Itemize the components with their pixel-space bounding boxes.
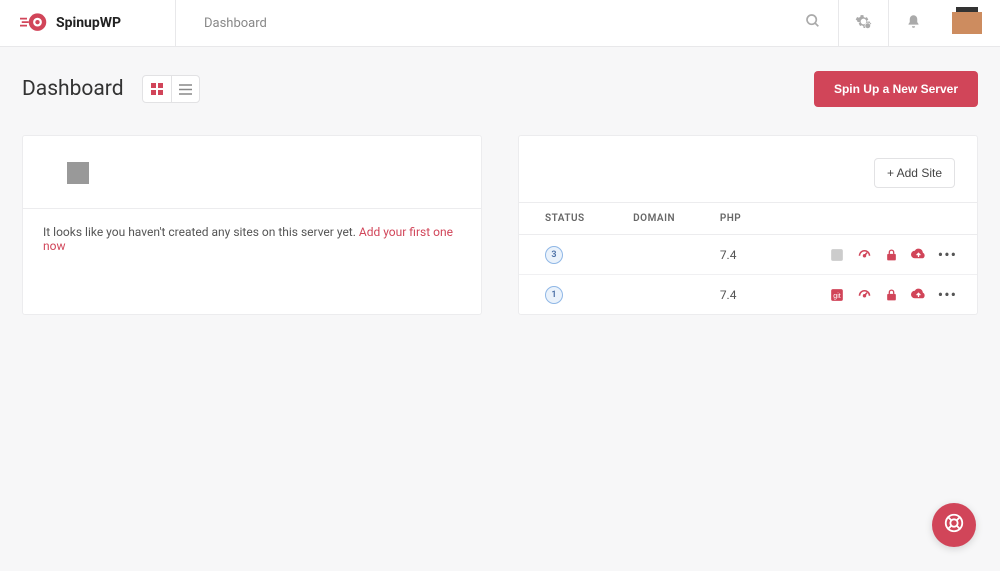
add-site-button[interactable]: + Add Site: [874, 158, 955, 188]
spin-up-server-button[interactable]: Spin Up a New Server: [814, 71, 978, 107]
topbar: SpinupWP Dashboard: [0, 0, 1000, 47]
breadcrumb-text: Dashboard: [204, 16, 267, 31]
help-button[interactable]: [932, 503, 976, 547]
lock-icon[interactable]: [884, 247, 899, 262]
view-toggle: [142, 75, 200, 103]
page-header: Dashboard Spin Up a New Server: [0, 47, 1000, 107]
server-card-sites: + Add Site STATUS DOMAIN PHP 3 7.4: [518, 135, 978, 315]
search-button[interactable]: [788, 0, 838, 47]
backup-icon[interactable]: [911, 287, 926, 302]
git-icon[interactable]: [830, 247, 845, 262]
empty-text: It looks like you haven't created any si…: [43, 225, 359, 239]
server-card-header: [23, 136, 481, 208]
more-button[interactable]: •••: [938, 285, 957, 304]
col-status: STATUS: [519, 203, 621, 235]
search-icon: [805, 13, 821, 33]
grid-icon: [151, 80, 163, 99]
page-title: Dashboard: [22, 77, 124, 101]
gear-icon: [855, 13, 872, 34]
bell-icon: [906, 14, 921, 33]
empty-message: It looks like you haven't created any si…: [23, 208, 481, 269]
col-php: PHP: [708, 203, 768, 235]
cards-area: It looks like you haven't created any si…: [0, 107, 1000, 343]
status-badge: 1: [545, 286, 563, 304]
table-row[interactable]: 3 7.4 •••: [519, 235, 977, 275]
status-badge: 3: [545, 246, 563, 264]
server-thumbnail: [67, 162, 89, 184]
list-icon: [179, 80, 192, 99]
domain-cell: [621, 275, 708, 315]
logo[interactable]: SpinupWP: [0, 0, 176, 47]
view-list-button[interactable]: [171, 76, 199, 102]
topbar-actions: [788, 0, 1000, 47]
lock-icon[interactable]: [884, 287, 899, 302]
php-cell: 7.4: [708, 275, 768, 315]
server-card-empty: It looks like you haven't created any si…: [22, 135, 482, 315]
more-button[interactable]: •••: [938, 245, 957, 264]
table-row[interactable]: 1 7.4 git •••: [519, 275, 977, 315]
row-actions: git •••: [780, 285, 965, 304]
avatar[interactable]: [952, 12, 982, 34]
backup-icon[interactable]: [911, 247, 926, 262]
cache-icon[interactable]: [857, 247, 872, 262]
cache-icon[interactable]: [857, 287, 872, 302]
view-grid-button[interactable]: [143, 76, 171, 102]
col-domain: DOMAIN: [621, 203, 708, 235]
notifications-button[interactable]: [888, 0, 938, 47]
svg-text:git: git: [834, 292, 841, 299]
breadcrumb[interactable]: Dashboard: [176, 16, 788, 31]
server-card-sites-header: + Add Site: [519, 136, 977, 202]
logo-text: SpinupWP: [56, 15, 121, 31]
row-actions: •••: [780, 245, 965, 264]
lifebuoy-icon: [943, 512, 965, 538]
logo-icon: [20, 12, 48, 34]
settings-button[interactable]: [838, 0, 888, 47]
git-icon[interactable]: git: [830, 287, 845, 302]
sites-table: STATUS DOMAIN PHP 3 7.4: [519, 202, 977, 314]
col-actions: [768, 203, 977, 235]
domain-cell: [621, 235, 708, 275]
php-cell: 7.4: [708, 235, 768, 275]
